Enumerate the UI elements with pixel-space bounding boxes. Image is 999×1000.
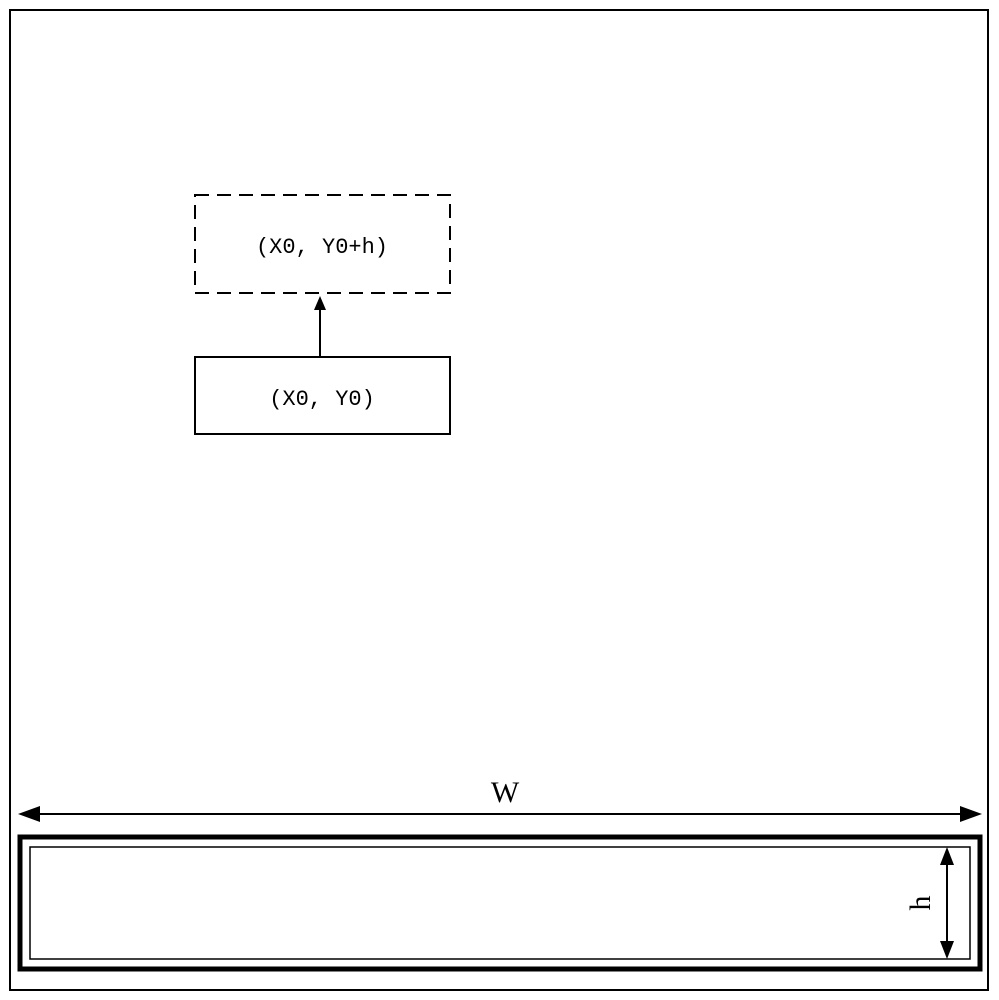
bottom-bar-inner <box>30 847 970 959</box>
diagram-stage: (X0, Y0+h) (X0, Y0) W h <box>0 0 999 1000</box>
outer-frame <box>10 10 988 990</box>
target-box-label: (X0, Y0+h) <box>256 235 388 260</box>
start-box-label: (X0, Y0) <box>269 387 375 412</box>
diagram-svg: (X0, Y0+h) (X0, Y0) W h <box>0 0 999 1000</box>
height-label: h <box>904 896 937 911</box>
width-dimension: W <box>18 776 982 822</box>
bottom-bar-outer <box>20 837 980 969</box>
move-arrow-icon <box>314 296 326 357</box>
width-label: W <box>491 776 520 809</box>
height-dimension: h <box>904 847 954 959</box>
